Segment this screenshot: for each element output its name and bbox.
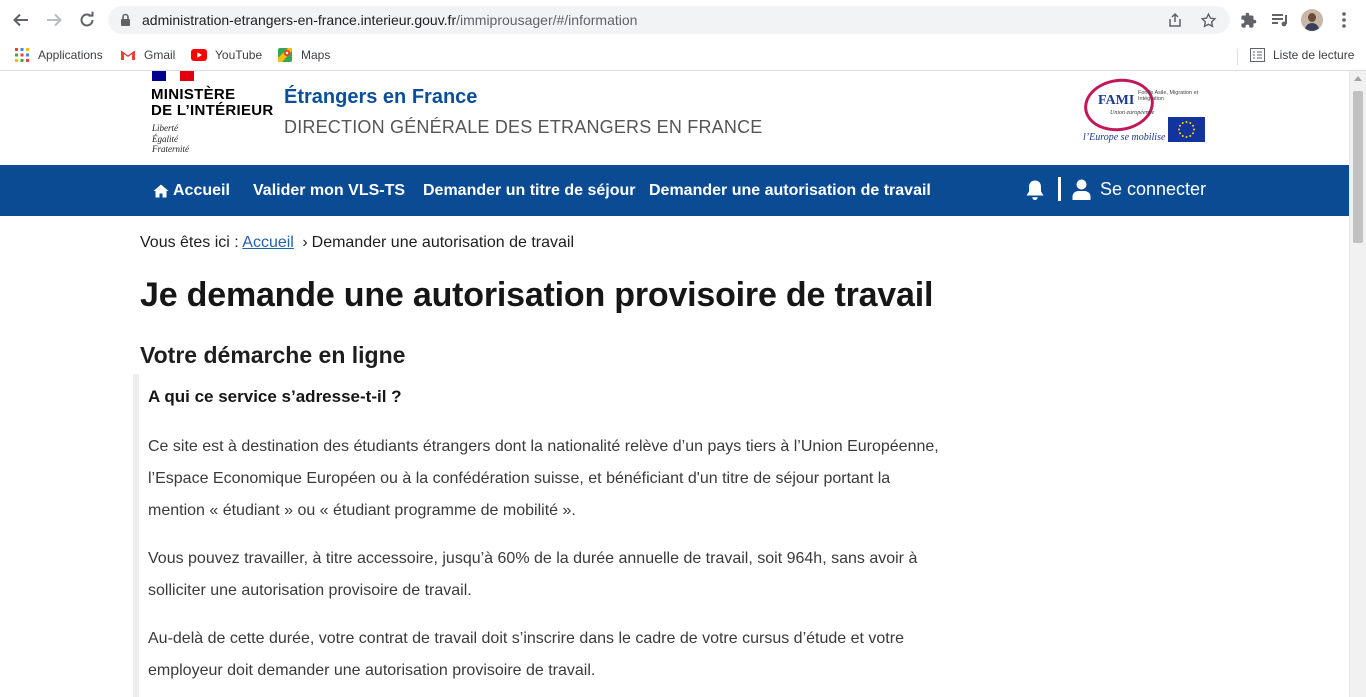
fami-acronym: FAMI [1098, 93, 1135, 108]
reading-list-button[interactable]: Liste de lecture [1249, 44, 1354, 66]
media-controls-icon[interactable] [1270, 10, 1290, 30]
bookmarks-bar: Applications Gmail YouTube Maps Liste de… [0, 40, 1366, 71]
bookmark-label: Maps [301, 48, 331, 62]
nav-request-residence-permit[interactable]: Demander un titre de séjour [423, 165, 636, 216]
reading-list-icon [1249, 47, 1265, 63]
site-subtitle: DIRECTION GÉNÉRALE DES ETRANGERS EN FRAN… [284, 117, 763, 137]
bookmark-label: Gmail [144, 48, 176, 62]
maps-icon [277, 47, 293, 63]
breadcrumb-prefix: Vous êtes ici : [140, 234, 239, 251]
scroll-thumb[interactable] [1353, 91, 1363, 243]
bookmark-youtube[interactable]: YouTube [191, 44, 262, 66]
bookmark-divider [1237, 49, 1238, 65]
bookmark-applications[interactable]: Applications [14, 44, 103, 66]
breadcrumb-separator: › [302, 234, 308, 251]
url-text: administration-etrangers-en-france.inter… [142, 12, 638, 28]
motto-fraternite: Fraternité [152, 144, 189, 154]
home-icon [153, 184, 169, 198]
fami-slogan: l’Europe se mobilise [1083, 132, 1166, 143]
nav-home-label: Accueil [173, 181, 230, 199]
address-bar[interactable]: administration-etrangers-en-france.inter… [108, 6, 1230, 34]
site-title[interactable]: Étrangers en France [284, 86, 477, 109]
star-icon[interactable] [1199, 11, 1217, 29]
info-paragraph-audience: Ce site est à destination des étudiants … [148, 438, 939, 519]
nav-separator [1058, 177, 1061, 201]
reload-icon[interactable] [76, 9, 98, 31]
fami-union: Union européenne [1110, 110, 1155, 116]
section-title: Votre démarche en ligne [140, 342, 406, 368]
main-navbar: Accueil Valider mon VLS-TS Demander un t… [0, 165, 1349, 216]
motto-liberte: Liberté [152, 123, 178, 133]
share-icon[interactable] [1166, 11, 1184, 29]
fami-logo: FAMI Fonds Asile, Migration et Intégrati… [1080, 74, 1206, 149]
browser-toolbar: administration-etrangers-en-france.inter… [0, 0, 1366, 40]
profile-avatar[interactable] [1301, 9, 1323, 31]
info-paragraph-employer: Au-delà de cette durée, votre contrat de… [148, 630, 904, 679]
apps-grid-icon [14, 47, 30, 63]
ministry-logo-text[interactable]: MINISTÈRE DE L’INTÉRIEUR [151, 87, 274, 119]
nav-validate-vls-ts[interactable]: Valider mon VLS-TS [253, 165, 405, 216]
gmail-icon [120, 47, 136, 63]
youtube-icon [191, 47, 207, 63]
extensions-icon[interactable] [1238, 10, 1258, 30]
login-button[interactable]: Se connecter [1072, 165, 1206, 214]
ministry-line2: DE L’INTÉRIEUR [151, 102, 274, 119]
page-title: Je demande une autorisation provisoire d… [140, 276, 934, 314]
republic-motto: Liberté Égalité Fraternité [152, 123, 189, 155]
bookmark-gmail[interactable]: Gmail [120, 44, 175, 66]
bookmark-maps[interactable]: Maps [277, 44, 330, 66]
page-scrollbar[interactable] [1349, 71, 1366, 697]
breadcrumb-home-link[interactable]: Accueil [242, 234, 294, 251]
user-icon [1072, 179, 1091, 200]
bookmark-label: Applications [38, 48, 103, 62]
bookmark-label: YouTube [215, 48, 263, 62]
breadcrumb: Vous êtes ici : Accueil › Demander une au… [140, 234, 574, 252]
marianne-flag-logo [152, 71, 194, 81]
info-box-question: A qui ce service s’adresse-t-il ? [148, 387, 402, 406]
breadcrumb-current: Demander une autorisation de travail [311, 234, 575, 251]
forward-icon[interactable] [43, 9, 65, 31]
menu-kebab-icon[interactable] [1334, 10, 1354, 30]
lock-icon [120, 13, 131, 32]
eu-flag-icon [1168, 117, 1205, 142]
nav-home[interactable]: Accueil [153, 165, 230, 216]
scroll-up-arrow-icon[interactable] [1354, 76, 1362, 81]
page-viewport: MINISTÈRE DE L’INTÉRIEUR Liberté Égalité… [0, 71, 1366, 697]
reading-list-label: Liste de lecture [1273, 48, 1355, 62]
motto-egalite: Égalité [152, 133, 178, 144]
login-label: Se connecter [1100, 179, 1207, 199]
bell-icon[interactable] [1024, 178, 1046, 202]
info-paragraph-work-limit: Vous pouvez travailler, à titre accessoi… [148, 550, 918, 599]
fami-description: Fonds Asile, Migration et Intégration [1138, 90, 1199, 102]
ministry-line1: MINISTÈRE [151, 86, 236, 103]
back-icon[interactable] [10, 9, 32, 31]
nav-request-work-authorization[interactable]: Demander une autorisation de travail [649, 165, 931, 216]
